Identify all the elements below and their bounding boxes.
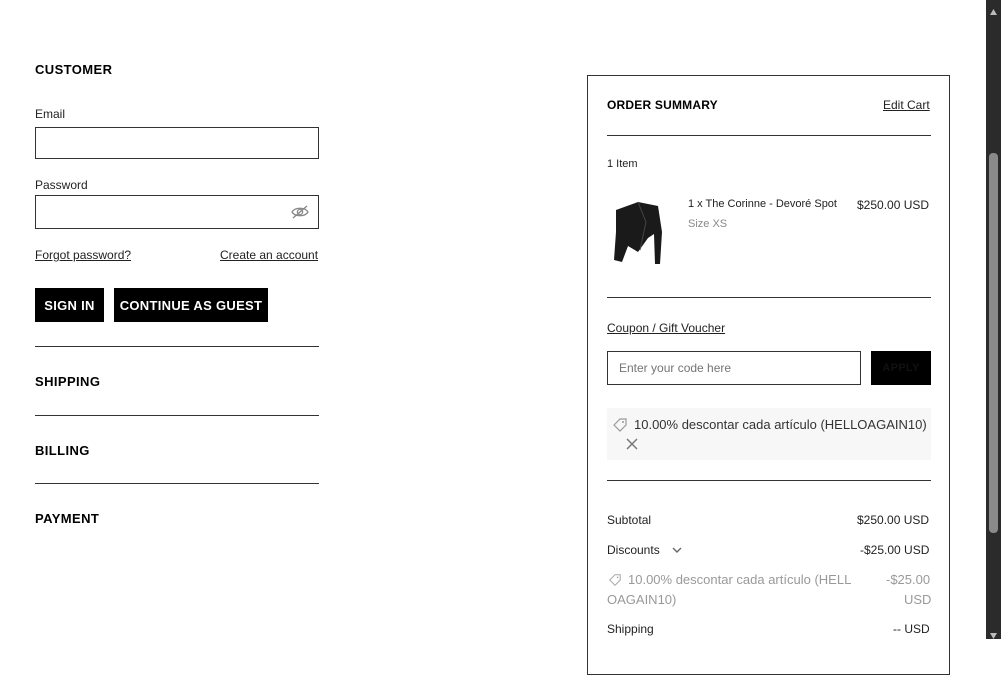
divider bbox=[35, 346, 319, 347]
subtotal-value: $250.00 USD bbox=[857, 513, 930, 527]
product-size: Size XS bbox=[688, 218, 728, 230]
scroll-down-arrow-icon[interactable] bbox=[989, 627, 998, 645]
divider bbox=[607, 480, 931, 481]
product-thumbnail bbox=[608, 192, 666, 270]
close-icon[interactable] bbox=[625, 437, 639, 456]
apply-coupon-button[interactable]: APPLY bbox=[871, 351, 931, 385]
tag-icon bbox=[608, 573, 622, 592]
discount-detail-line-2: OAGAIN10) bbox=[607, 592, 677, 607]
email-label: Email bbox=[35, 107, 66, 121]
forgot-password-link[interactable]: Forgot password? bbox=[35, 248, 131, 262]
divider bbox=[607, 135, 931, 136]
scroll-up-arrow-icon[interactable] bbox=[989, 3, 998, 21]
discounts-label: Discounts bbox=[607, 543, 660, 557]
shipping-label: Shipping bbox=[607, 622, 654, 636]
scrollbar-thumb[interactable] bbox=[989, 153, 998, 533]
applied-coupon-box: 10.00% descontar cada artículo (HELLOAGA… bbox=[607, 408, 931, 460]
applied-coupon-text: 10.00% descontar cada artículo (HELLOAGA… bbox=[634, 417, 927, 432]
shipping-step-title: SHIPPING bbox=[35, 374, 101, 389]
billing-step-title: BILLING bbox=[35, 443, 90, 458]
order-summary-title: ORDER SUMMARY bbox=[607, 98, 718, 112]
discount-detail-line-1: 10.00% descontar cada artículo (HELL bbox=[628, 572, 852, 587]
discount-detail-amount: -$25.00 bbox=[886, 572, 931, 587]
chevron-down-icon[interactable] bbox=[671, 543, 683, 561]
tag-icon bbox=[612, 417, 628, 438]
eye-slash-icon[interactable] bbox=[290, 204, 310, 225]
shipping-value: -- USD bbox=[893, 622, 930, 636]
product-name: 1 x The Corinne - Devoré Spot bbox=[688, 198, 837, 210]
edit-cart-link[interactable]: Edit Cart bbox=[883, 98, 930, 112]
customer-title: CUSTOMER bbox=[35, 62, 113, 77]
divider bbox=[35, 415, 319, 416]
discounts-value: -$25.00 USD bbox=[860, 543, 930, 557]
divider bbox=[35, 483, 319, 484]
product-price: $250.00 USD bbox=[857, 198, 930, 212]
coupon-code-input[interactable] bbox=[607, 351, 861, 385]
divider bbox=[607, 297, 931, 298]
continue-as-guest-button[interactable]: CONTINUE AS GUEST bbox=[114, 288, 268, 322]
payment-step-title: PAYMENT bbox=[35, 511, 100, 526]
email-field[interactable] bbox=[35, 127, 319, 159]
discount-detail-currency: USD bbox=[904, 592, 932, 607]
password-label: Password bbox=[35, 178, 88, 192]
create-account-link[interactable]: Create an account bbox=[220, 248, 318, 262]
sign-in-button[interactable]: SIGN IN bbox=[35, 288, 104, 322]
subtotal-label: Subtotal bbox=[607, 513, 652, 527]
coupon-gift-voucher-link[interactable]: Coupon / Gift Voucher bbox=[607, 321, 725, 335]
password-field[interactable] bbox=[35, 195, 319, 229]
item-count: 1 Item bbox=[607, 158, 638, 170]
